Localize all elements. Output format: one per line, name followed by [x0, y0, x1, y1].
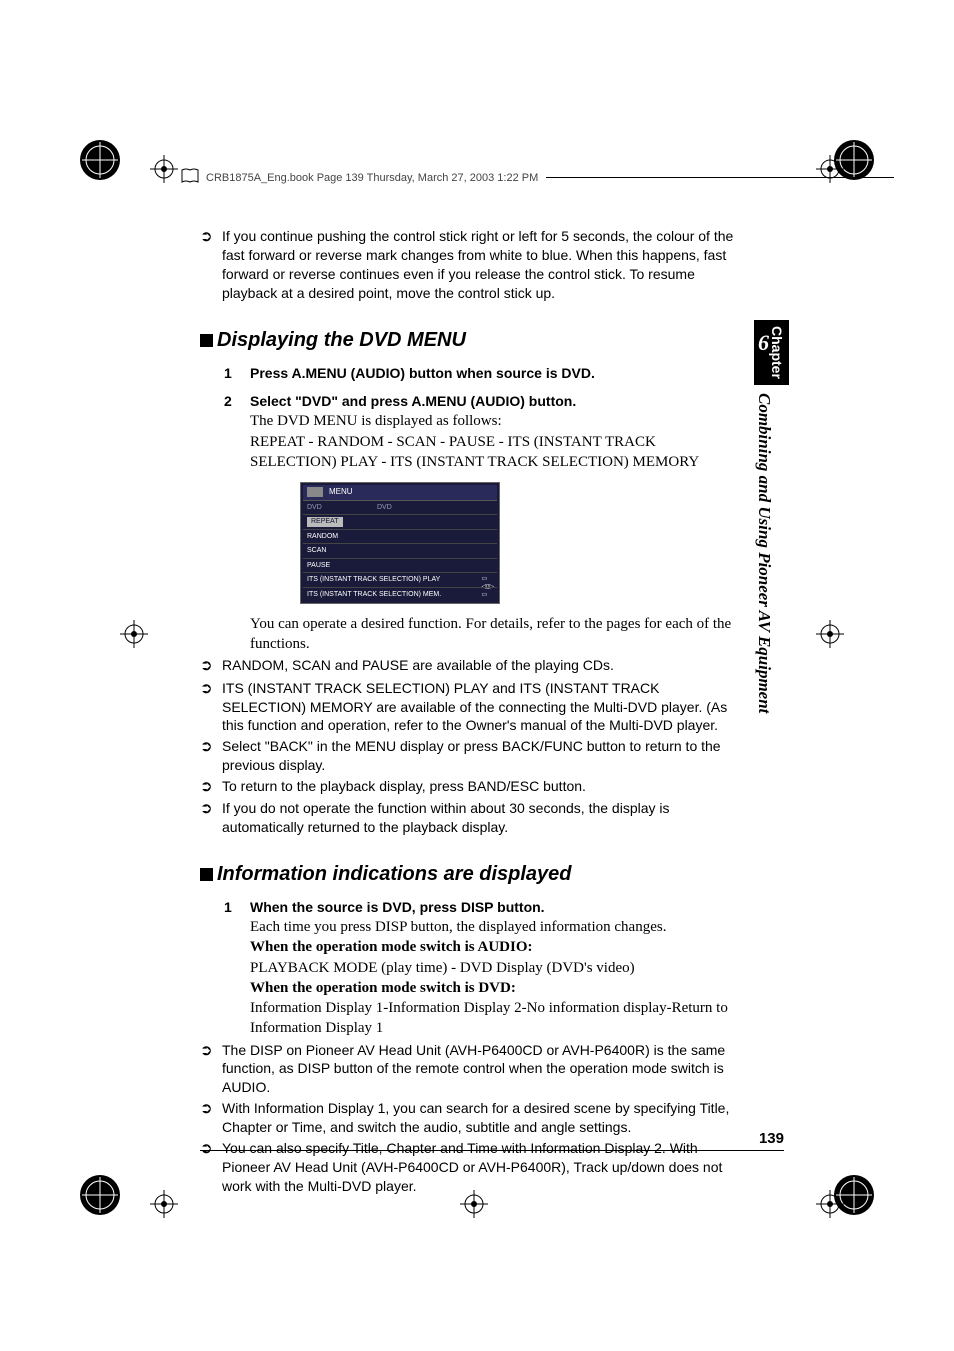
- note: ➲To return to the playback display, pres…: [200, 777, 735, 797]
- square-bullet-icon: [200, 868, 213, 881]
- note-text: If you do not operate the function withi…: [222, 799, 735, 837]
- menu-row: PAUSE: [303, 558, 497, 572]
- step-detail: PLAYBACK MODE (play time) - DVD Display …: [250, 958, 735, 978]
- step-text: When the source is DVD, press DISP butto…: [250, 898, 735, 917]
- page-number: 139: [759, 1130, 784, 1147]
- step-subhead: When the operation mode switch is DVD:: [250, 978, 735, 998]
- menu-title: MENU: [329, 487, 353, 498]
- note-text: You can also specify Title, Chapter and …: [222, 1139, 735, 1196]
- arrow-icon: ➲: [200, 656, 222, 676]
- note: ➲RANDOM, SCAN and PAUSE are available of…: [200, 656, 735, 676]
- menu-row: RANDOM: [303, 529, 497, 543]
- section-heading-2: Information indications are displayed: [200, 861, 735, 888]
- arrow-icon: ➲: [200, 679, 222, 736]
- arrow-icon: ➲: [200, 777, 222, 797]
- footer-rule: [200, 1150, 784, 1151]
- section-title: Displaying the DVD MENU: [217, 327, 466, 354]
- chapter-number: 6: [758, 330, 769, 356]
- disc-icon: [307, 487, 323, 497]
- step-2: 2 Select "DVD" and press A.MENU (AUDIO) …: [200, 392, 735, 654]
- step-number: 2: [224, 392, 250, 654]
- menu-row: ITS (INSTANT TRACK SELECTION) PLAY▭◁▯▷▭: [303, 572, 497, 586]
- arrow-icon: ➲: [200, 1041, 222, 1098]
- note: ➲The DISP on Pioneer AV Head Unit (AVH-P…: [200, 1041, 735, 1098]
- note: ➲ITS (INSTANT TRACK SELECTION) PLAY and …: [200, 679, 735, 736]
- menu-right-label: DVD: [377, 503, 392, 512]
- step-subhead: When the operation mode switch is AUDIO:: [250, 937, 735, 957]
- book-icon: [180, 168, 200, 187]
- reg-mark: [80, 140, 120, 180]
- note: ➲You can also specify Title, Chapter and…: [200, 1139, 735, 1196]
- reg-mark: [80, 1175, 120, 1215]
- chapter-sidebar: Chapter 6 Combining and Using Pioneer AV…: [754, 320, 784, 830]
- dvd-menu-screenshot: MENU DVDDVD REPEAT RANDOM SCAN PAUSE ITS…: [300, 482, 500, 604]
- step-detail: The DVD MENU is displayed as follows:: [250, 411, 735, 431]
- note-text: ITS (INSTANT TRACK SELECTION) PLAY and I…: [222, 679, 735, 736]
- menu-row: ITS (INSTANT TRACK SELECTION) MEM.: [303, 587, 497, 601]
- step-text: Select "DVD" and press A.MENU (AUDIO) bu…: [250, 392, 735, 411]
- step-detail: Each time you press DISP button, the dis…: [250, 917, 735, 937]
- step-detail: Information Display 1-Information Displa…: [250, 998, 735, 1039]
- step-number: 1: [224, 898, 250, 1038]
- arrow-icon: ➲: [200, 227, 222, 303]
- step-detail: You can operate a desired function. For …: [250, 614, 735, 655]
- note-text: To return to the playback display, press…: [222, 777, 735, 797]
- crop-target-icon: [120, 620, 148, 648]
- note: ➲If you do not operate the function with…: [200, 799, 735, 837]
- top-note: ➲ If you continue pushing the control st…: [200, 227, 735, 303]
- note: ➲With Information Display 1, you can sea…: [200, 1099, 735, 1137]
- crop-target-icon: [150, 155, 178, 183]
- chapter-badge: Chapter 6: [754, 320, 789, 385]
- arrow-icon: ➲: [200, 799, 222, 837]
- note-text: Select "BACK" in the MENU display or pre…: [222, 737, 735, 775]
- header-text: CRB1875A_Eng.book Page 139 Thursday, Mar…: [206, 172, 538, 184]
- arrow-icon: ➲: [200, 1099, 222, 1137]
- note: ➲Select "BACK" in the MENU display or pr…: [200, 737, 735, 775]
- arrow-icon: ➲: [200, 1139, 222, 1196]
- step-detail: REPEAT - RANDOM - SCAN - PAUSE - ITS (IN…: [250, 432, 735, 473]
- arrow-icon: ➲: [200, 737, 222, 775]
- step-number: 1: [224, 364, 250, 383]
- note-text: RANDOM, SCAN and PAUSE are available of …: [222, 656, 735, 676]
- crop-target-icon: [816, 1190, 844, 1218]
- note-text: The DISP on Pioneer AV Head Unit (AVH-P6…: [222, 1041, 735, 1098]
- page-header: CRB1875A_Eng.book Page 139 Thursday, Mar…: [180, 168, 900, 187]
- crop-target-icon: [150, 1190, 178, 1218]
- menu-row: SCAN: [303, 543, 497, 557]
- crop-target-icon: [816, 620, 844, 648]
- square-bullet-icon: [200, 334, 213, 347]
- note-text: With Information Display 1, you can sear…: [222, 1099, 735, 1137]
- step-text: Press A.MENU (AUDIO) button when source …: [250, 364, 735, 383]
- section-heading-1: Displaying the DVD MENU: [200, 327, 735, 354]
- step-1: 1 Press A.MENU (AUDIO) button when sourc…: [200, 364, 735, 383]
- section-title: Information indications are displayed: [217, 861, 572, 888]
- step-1b: 1 When the source is DVD, press DISP but…: [200, 898, 735, 1038]
- menu-row: REPEAT: [303, 514, 497, 528]
- note-text: If you continue pushing the control stic…: [222, 227, 735, 303]
- chapter-label: Chapter: [769, 326, 785, 379]
- chapter-title: Combining and Using Pioneer AV Equipment: [754, 393, 774, 713]
- menu-left-label: DVD: [307, 503, 377, 512]
